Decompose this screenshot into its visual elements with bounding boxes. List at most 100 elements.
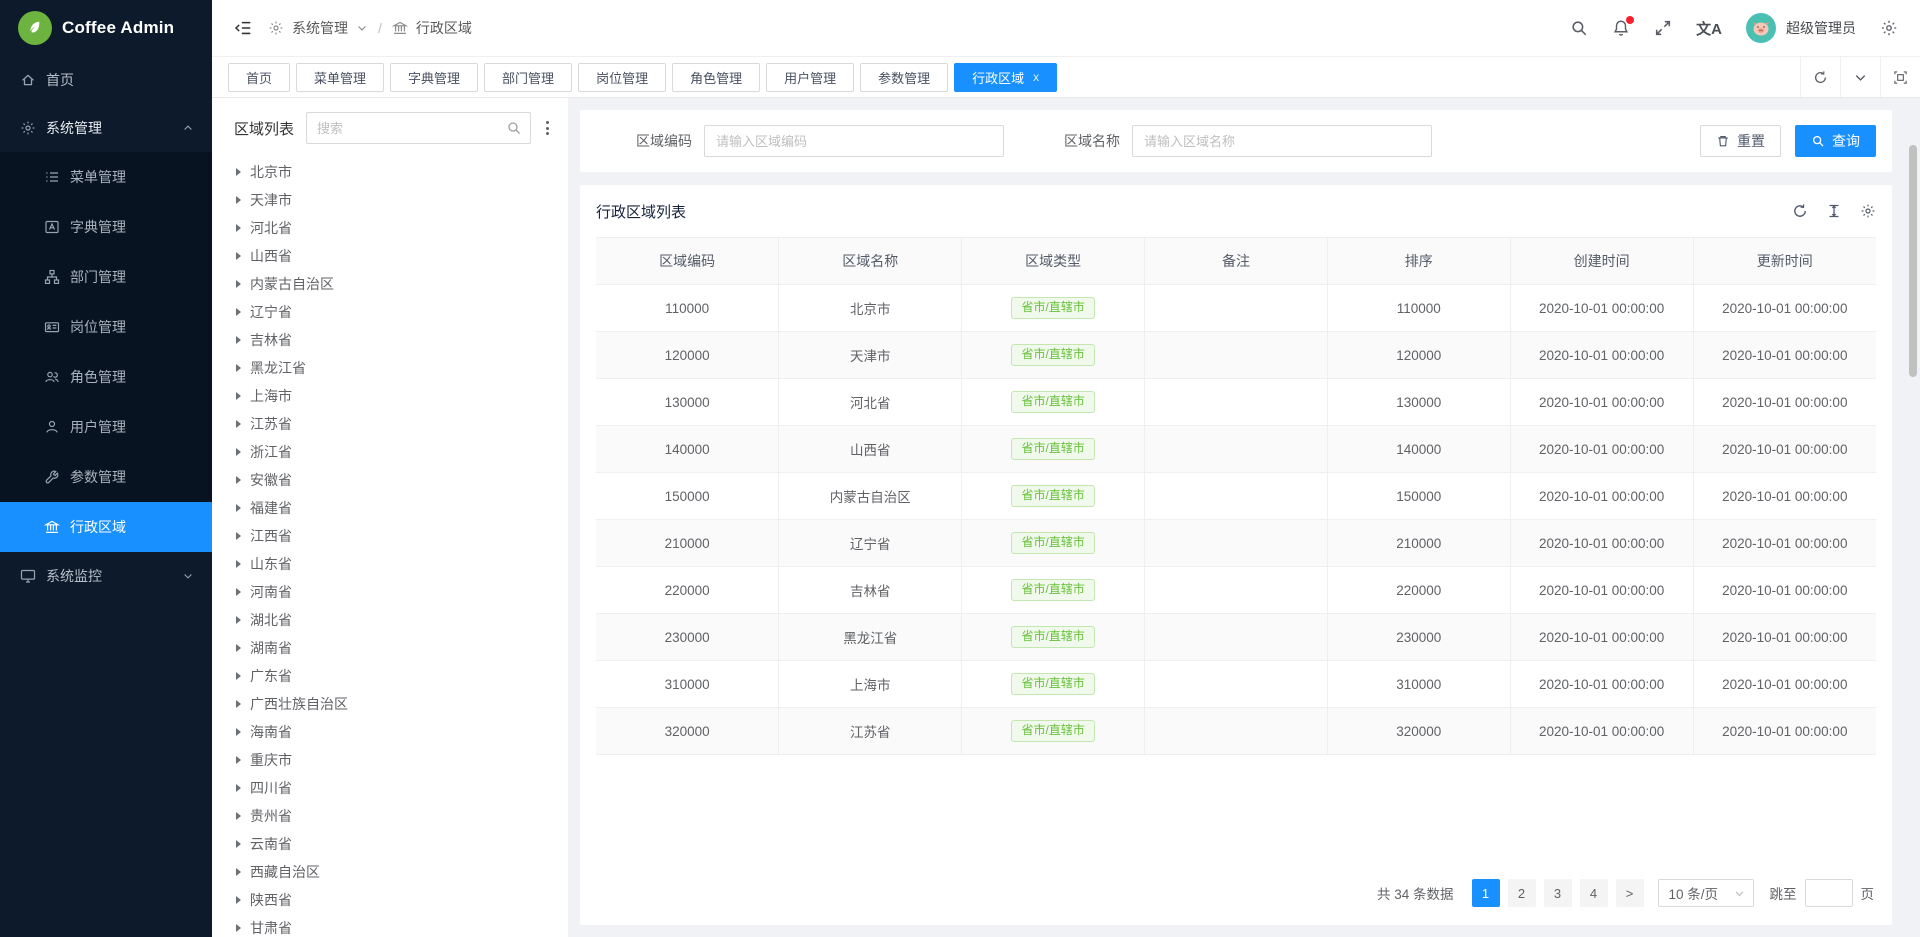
tree-item[interactable]: 河南省 — [226, 578, 554, 606]
table-row[interactable]: 110000北京市省市/直辖市1100002020-10-01 00:00:00… — [596, 285, 1876, 332]
tree-item[interactable]: 辽宁省 — [226, 298, 554, 326]
region-name-input[interactable] — [1132, 125, 1432, 157]
table-row[interactable]: 120000天津市省市/直辖市1200002020-10-01 00:00:00… — [596, 332, 1876, 379]
caret-right-icon[interactable] — [236, 336, 241, 344]
caret-right-icon[interactable] — [236, 504, 241, 512]
table-row[interactable]: 130000河北省省市/直辖市1300002020-10-01 00:00:00… — [596, 379, 1876, 426]
table-row[interactable]: 140000山西省省市/直辖市1400002020-10-01 00:00:00… — [596, 426, 1876, 473]
caret-right-icon[interactable] — [236, 532, 241, 540]
table-settings-gear-icon[interactable] — [1860, 203, 1876, 219]
reset-button[interactable]: 重置 — [1700, 125, 1781, 157]
table-row[interactable]: 320000江苏省省市/直辖市3200002020-10-01 00:00:00… — [596, 708, 1876, 755]
table-row[interactable]: 230000黑龙江省省市/直辖市2300002020-10-01 00:00:0… — [596, 614, 1876, 661]
translate-icon[interactable]: 文A — [1696, 18, 1722, 39]
tree-item[interactable]: 吉林省 — [226, 326, 554, 354]
app-logo[interactable]: Coffee Admin — [0, 0, 212, 56]
tab-close-icon[interactable]: x — [1033, 70, 1039, 84]
tab-home[interactable]: 首页 — [228, 63, 290, 92]
tree-item[interactable]: 江苏省 — [226, 410, 554, 438]
tree-search-input[interactable] — [317, 121, 506, 136]
tree-item[interactable]: 上海市 — [226, 382, 554, 410]
sidebar-item-system-monitor[interactable]: 系统监控 — [0, 552, 212, 600]
tab-options-chevron-icon[interactable] — [1840, 57, 1880, 97]
refresh-icon[interactable] — [1792, 203, 1808, 219]
sidebar-item-user-management[interactable]: 用户管理 — [0, 402, 212, 452]
tree-item[interactable]: 陕西省 — [226, 886, 554, 914]
tab-param[interactable]: 参数管理 — [860, 63, 948, 92]
more-vertical-icon[interactable] — [543, 117, 552, 139]
caret-right-icon[interactable] — [236, 364, 241, 372]
caret-right-icon[interactable] — [236, 840, 241, 848]
tab-dept[interactable]: 部门管理 — [484, 63, 572, 92]
page-button-3[interactable]: 3 — [1544, 879, 1572, 907]
table-row[interactable]: 310000上海市省市/直辖市3100002020-10-01 00:00:00… — [596, 661, 1876, 708]
tree-item[interactable]: 甘肃省 — [226, 914, 554, 937]
tree-item[interactable]: 广东省 — [226, 662, 554, 690]
search-icon[interactable] — [506, 120, 522, 136]
sidebar-item-role-management[interactable]: 角色管理 — [0, 352, 212, 402]
page-button-1[interactable]: 1 — [1472, 879, 1500, 907]
vertical-scrollbar[interactable] — [1908, 100, 1918, 935]
caret-right-icon[interactable] — [236, 616, 241, 624]
tree-item[interactable]: 西藏自治区 — [226, 858, 554, 886]
sidebar-item-admin-region[interactable]: 行政区域 — [0, 502, 212, 552]
caret-right-icon[interactable] — [236, 168, 241, 176]
caret-right-icon[interactable] — [236, 784, 241, 792]
fullscreen-icon[interactable] — [1654, 19, 1672, 37]
caret-right-icon[interactable] — [236, 700, 241, 708]
tab-user[interactable]: 用户管理 — [766, 63, 854, 92]
tree-item[interactable]: 北京市 — [226, 158, 554, 186]
caret-right-icon[interactable] — [236, 448, 241, 456]
tree-item[interactable]: 四川省 — [226, 774, 554, 802]
settings-gear-icon[interactable] — [1880, 19, 1898, 37]
next-page-button[interactable]: > — [1616, 879, 1644, 907]
caret-right-icon[interactable] — [236, 672, 241, 680]
tree-item[interactable]: 福建省 — [226, 494, 554, 522]
tree-item[interactable]: 海南省 — [226, 718, 554, 746]
tree-item[interactable]: 山西省 — [226, 242, 554, 270]
sidebar-item-home[interactable]: 首页 — [0, 56, 212, 104]
tree-item[interactable]: 安徽省 — [226, 466, 554, 494]
notification-bell-icon[interactable] — [1612, 19, 1630, 37]
tab-dict[interactable]: 字典管理 — [390, 63, 478, 92]
sidebar-collapse-icon[interactable] — [234, 19, 252, 37]
caret-right-icon[interactable] — [236, 924, 241, 932]
tree-item[interactable]: 贵州省 — [226, 802, 554, 830]
caret-right-icon[interactable] — [236, 896, 241, 904]
tab-post[interactable]: 岗位管理 — [578, 63, 666, 92]
user-menu[interactable]: 超级管理员 — [1746, 13, 1856, 43]
caret-right-icon[interactable] — [236, 392, 241, 400]
query-button[interactable]: 查询 — [1795, 125, 1876, 157]
page-size-select[interactable]: 10 条/页 — [1658, 879, 1754, 907]
sidebar-item-dict-management[interactable]: 字典管理 — [0, 202, 212, 252]
tree-item[interactable]: 湖北省 — [226, 606, 554, 634]
tree-item[interactable]: 河北省 — [226, 214, 554, 242]
scrollbar-thumb[interactable] — [1909, 145, 1917, 377]
sidebar-item-post-management[interactable]: 岗位管理 — [0, 302, 212, 352]
tree-item[interactable]: 浙江省 — [226, 438, 554, 466]
sidebar-item-dept-management[interactable]: 部门管理 — [0, 252, 212, 302]
refresh-icon[interactable] — [1800, 57, 1840, 97]
caret-right-icon[interactable] — [236, 588, 241, 596]
caret-right-icon[interactable] — [236, 812, 241, 820]
caret-right-icon[interactable] — [236, 280, 241, 288]
caret-right-icon[interactable] — [236, 420, 241, 428]
table-row[interactable]: 220000吉林省省市/直辖市2200002020-10-01 00:00:00… — [596, 567, 1876, 614]
tree-item[interactable]: 重庆市 — [226, 746, 554, 774]
tree-item[interactable]: 内蒙古自治区 — [226, 270, 554, 298]
table-row[interactable]: 210000辽宁省省市/直辖市2100002020-10-01 00:00:00… — [596, 520, 1876, 567]
caret-right-icon[interactable] — [236, 308, 241, 316]
tree-item[interactable]: 江西省 — [226, 522, 554, 550]
search-icon[interactable] — [1570, 19, 1588, 37]
tree-item[interactable]: 湖南省 — [226, 634, 554, 662]
tree-item[interactable]: 云南省 — [226, 830, 554, 858]
tree-item[interactable]: 广西壮族自治区 — [226, 690, 554, 718]
caret-right-icon[interactable] — [236, 644, 241, 652]
caret-right-icon[interactable] — [236, 868, 241, 876]
caret-right-icon[interactable] — [236, 476, 241, 484]
maximize-icon[interactable] — [1880, 57, 1920, 97]
sidebar-item-menu-management[interactable]: 菜单管理 — [0, 152, 212, 202]
caret-right-icon[interactable] — [236, 560, 241, 568]
tab-region[interactable]: 行政区域x — [954, 63, 1057, 92]
page-button-2[interactable]: 2 — [1508, 879, 1536, 907]
